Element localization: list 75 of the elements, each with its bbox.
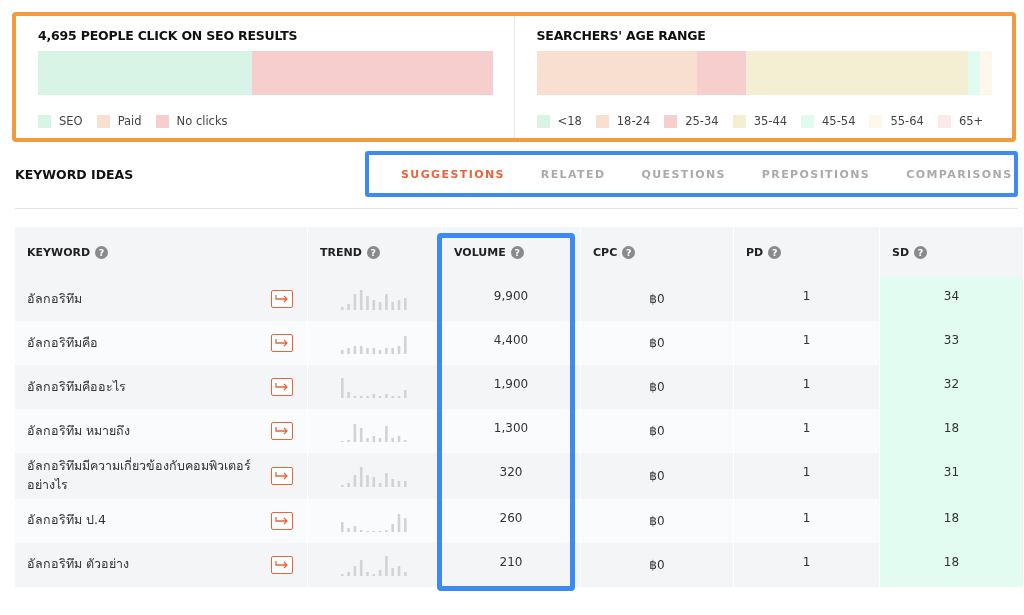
pd-value: 1 — [802, 554, 811, 569]
help-icon[interactable]: ? — [95, 245, 109, 259]
help-icon[interactable]: ? — [914, 245, 928, 259]
volume-value: 9,900 — [493, 289, 529, 303]
pd-value: 1 — [802, 510, 811, 525]
legend-label: 45-54 — [822, 114, 856, 128]
legend-label: 55-64 — [890, 114, 924, 128]
keyword-text[interactable]: อัลกอริทึม หมายถึง — [27, 421, 130, 441]
legend-label: Paid — [117, 114, 142, 128]
help-icon[interactable]: ? — [366, 245, 380, 259]
tab[interactable]: RELATED — [522, 167, 624, 181]
section-title: KEYWORD IDEAS — [15, 166, 134, 182]
legend-label: 25-34 — [685, 114, 719, 128]
help-icon[interactable]: ? — [622, 245, 636, 259]
cpc-value: ฿0 — [649, 557, 665, 572]
column-header: SD — [892, 245, 910, 259]
legend-label: 18-24 — [616, 114, 651, 128]
keyword-text[interactable]: อัลกอริทึม ป.4 — [27, 511, 106, 530]
pd-value: 1 — [802, 465, 811, 479]
sd-value: 18 — [943, 421, 960, 435]
tab[interactable]: QUESTIONS — [623, 167, 744, 181]
cpc-value: ฿0 — [649, 292, 665, 306]
pd-value: 1 — [802, 289, 811, 303]
volume-value: 4,400 — [493, 333, 529, 347]
keyword-text[interactable]: อัลกอริทึม ตัวอย่าง — [27, 555, 129, 574]
sd-value: 33 — [943, 333, 960, 347]
keyword-text[interactable]: อัลกอริทึมคือ — [27, 333, 98, 353]
tab[interactable]: COMPARISONS — [888, 167, 1024, 181]
open-link-icon[interactable] — [271, 422, 293, 440]
help-icon[interactable]: ? — [768, 245, 782, 259]
open-link-icon[interactable] — [271, 511, 293, 530]
help-icon[interactable]: ? — [510, 245, 524, 259]
column-header: PD — [746, 245, 764, 259]
sd-value: 18 — [943, 554, 960, 569]
tab[interactable]: PREPOSITIONS — [743, 167, 889, 181]
open-link-icon[interactable] — [271, 378, 293, 396]
volume-value: 210 — [499, 554, 523, 569]
cpc-value: ฿0 — [649, 424, 665, 438]
pd-value: 1 — [802, 421, 811, 435]
keyword-text[interactable]: อัลกอริทึมคืออะไร — [27, 377, 126, 397]
column-header: TREND — [320, 245, 362, 259]
volume-value: 1,300 — [493, 421, 529, 435]
legend-label: SEO — [59, 114, 83, 128]
legend-label: 65+ — [958, 114, 984, 128]
column-header: VOLUME — [454, 245, 506, 259]
column-header: CPC — [593, 245, 618, 259]
sd-value: 32 — [943, 377, 960, 391]
cpc-value: ฿0 — [649, 513, 665, 528]
open-link-icon[interactable] — [271, 290, 293, 308]
legend-label: No clicks — [176, 114, 228, 128]
sparkline-drawing — [340, 376, 409, 398]
cpc-value: ฿0 — [649, 336, 665, 350]
cpc-value: ฿0 — [649, 380, 665, 394]
sd-value: 31 — [943, 465, 960, 479]
open-link-icon[interactable] — [271, 555, 293, 574]
legend-label: <18 — [557, 114, 582, 128]
volume-value: 260 — [499, 510, 523, 525]
legend-label: 35-44 — [753, 114, 788, 128]
sparkline-drawing — [340, 288, 409, 310]
panel-title: SEARCHERS' AGE RANGE — [536, 28, 707, 43]
pd-value: 1 — [802, 333, 811, 347]
sparkline-drawing — [340, 553, 409, 576]
tab[interactable]: SUGGESTIONS — [383, 167, 523, 181]
pd-value: 1 — [802, 377, 811, 391]
volume-value: 320 — [499, 465, 523, 479]
open-link-icon[interactable] — [271, 466, 293, 485]
open-link-icon[interactable] — [271, 334, 293, 352]
sparkline-drawing — [340, 464, 409, 487]
column-header: KEYWORD — [27, 245, 91, 259]
sd-value: 34 — [943, 289, 960, 303]
volume-value: 1,900 — [493, 377, 529, 391]
panel-title: 4,695 PEOPLE CLICK ON SEO RESULTS — [38, 28, 299, 43]
cpc-value: ฿0 — [649, 468, 665, 483]
keyword-text[interactable]: อัลกอริทึม — [27, 289, 82, 309]
sd-value: 18 — [943, 510, 960, 525]
